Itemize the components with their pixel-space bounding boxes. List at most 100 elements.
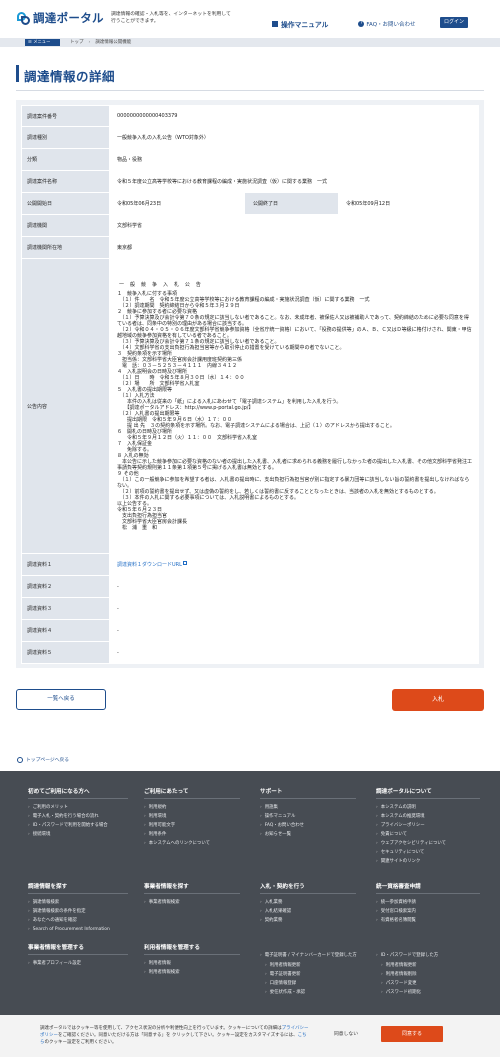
footer-link[interactable]: 口座情報登録 xyxy=(260,979,360,988)
back-to-top-link[interactable]: トップページへ戻る xyxy=(17,756,69,763)
footer-link[interactable]: 入札結果確認 xyxy=(260,907,356,916)
footer-link[interactable]: あなたへの通知を確認 xyxy=(28,916,128,925)
location-label: 調達機関所在地 xyxy=(21,236,110,259)
notice-body: １ 競争入札に付する事項 （１）件 名 令和５年度公立高等学校等における教育課程… xyxy=(117,290,473,531)
footer-heading[interactable]: ご利用にあたって xyxy=(144,787,240,799)
title-accent-bar xyxy=(16,65,19,82)
footer-link[interactable]: 電子入札・契約を行う場合の流れ xyxy=(28,812,128,821)
doc3-label: 調達資料３ xyxy=(21,597,110,620)
footer-link[interactable]: 利用者情報更新 xyxy=(260,961,360,970)
row-doc1: 調達資料１ 調達資料１ダウンロードURL xyxy=(21,553,479,576)
footer-link[interactable]: 本システムへのリンクについて xyxy=(144,839,240,848)
row-doc3: 調達資料３ - xyxy=(21,597,479,620)
site-logo[interactable]: 調達ポータル xyxy=(16,10,104,26)
footer-link[interactable]: 利用者情報 xyxy=(144,959,240,968)
footer-heading[interactable]: 調達情報を探す xyxy=(28,882,128,894)
manual-link[interactable]: 操作マニュアル xyxy=(272,19,328,29)
row-notice: 公告内容 一 般 競 争 入 札 公 告 １ 競争入札に付する事項 （１）件 名… xyxy=(21,258,479,554)
footer-link[interactable]: 事業者プロフィール設定 xyxy=(28,959,128,968)
footer-link[interactable]: FAQ・お問い合わせ xyxy=(260,821,356,830)
footer-link[interactable]: 本システムの説明 xyxy=(376,803,480,812)
footer-link[interactable]: 本システムの推奨環境 xyxy=(376,812,480,821)
org-value: 文部科学省 xyxy=(109,214,479,237)
cookie-banner: 調達ポータルではクッキー等を使用して、アクセス状況の分析や利便性向上を行っていま… xyxy=(0,1015,500,1057)
footer-link[interactable]: ご利用のメリット xyxy=(28,803,128,812)
footer-link[interactable]: 電子証明書更新 xyxy=(260,970,360,979)
footer-heading[interactable]: サポート xyxy=(260,787,356,799)
name-value: 令和５年度公立高等学校等における教育課程の編成・実施状況調査（仮）に関する業務 … xyxy=(109,170,479,193)
footer-link[interactable]: 受付窓口検索案内 xyxy=(376,907,480,916)
footer-link[interactable]: 調達情報検索 xyxy=(28,898,128,907)
footer-link[interactable]: 利用環境 xyxy=(144,812,240,821)
footer-heading[interactable]: 利用者情報を管理する xyxy=(144,943,240,955)
footer-link[interactable]: 統一参加資格申請 xyxy=(376,898,480,907)
footer-heading[interactable]: 調達ポータルについて xyxy=(376,787,480,799)
footer-link[interactable]: パスワード初期化 xyxy=(376,988,480,997)
bid-button[interactable]: 入札 xyxy=(392,689,484,711)
case-no-value: 0000000000000403379 xyxy=(109,105,479,127)
footer-link[interactable]: プライバシーポリシー xyxy=(376,821,480,830)
cookie-deny-button[interactable]: 同意しない xyxy=(320,1028,372,1042)
footer-heading[interactable]: 統一資格審査申請 xyxy=(376,882,480,894)
site-tagline: 調達情報の確認・入札等を、インターネットを利用して行うことができます。 xyxy=(111,12,231,24)
footer-link[interactable]: ID・パスワードで利用を開始する場合 xyxy=(28,821,128,830)
footer-col-search: 調達情報を探す 調達情報検索 調達情報検索の条件を指定 あなたへの通知を確認 S… xyxy=(28,882,128,934)
cookie-agree-button[interactable]: 同意する xyxy=(381,1026,443,1042)
footer-col-first-time: 初めてご利用になる方へ ご利用のメリット 電子入札・契約を行う場合の流れ ID・… xyxy=(28,787,128,839)
notice-label: 公告内容 xyxy=(21,258,110,554)
doc5-value: - xyxy=(109,641,479,664)
footer-link[interactable]: 有資格者名簿閲覧 xyxy=(376,916,480,925)
row-case-no: 調達案件番号 0000000000000403379 xyxy=(21,105,479,127)
row-name: 調達案件名称 令和５年度公立高等学校等における教育課程の編成・実施状況調査（仮）… xyxy=(21,170,479,193)
doc4-label: 調達資料４ xyxy=(21,619,110,642)
footer-link[interactable]: 委任状作成・承認 xyxy=(260,988,360,997)
logo-text: 調達ポータル xyxy=(33,11,104,25)
back-to-list-button[interactable]: 一覧へ戻る xyxy=(16,689,106,710)
footer-heading[interactable]: 事業者情報を探す xyxy=(144,882,240,894)
footer-link[interactable]: 事業者情報検索 xyxy=(144,898,240,907)
footer-subheading: 電子証明書 / マイナンバーカードで登録した方 xyxy=(260,953,360,959)
footer-link[interactable]: 利用者情報更新 xyxy=(376,961,480,970)
location-value: 東京都 xyxy=(109,236,479,259)
category-value: 物品・役務 xyxy=(109,148,479,171)
doc1-download-link[interactable]: 調達資料１ダウンロードURL xyxy=(117,562,182,568)
footer-heading[interactable]: 入札・契約を行う xyxy=(260,882,356,894)
external-link-icon xyxy=(182,561,187,565)
footer-link[interactable]: セキュリティについて xyxy=(376,848,480,857)
row-org: 調達機関 文部科学省 xyxy=(21,214,479,237)
footer-link[interactable]: 利用可能文字 xyxy=(144,821,240,830)
footer-link[interactable]: 調達情報検索の条件を指定 xyxy=(28,907,128,916)
footer-link[interactable]: 免責について xyxy=(376,830,480,839)
footer-heading[interactable]: 事業者情報を管理する xyxy=(28,943,128,955)
doc1-value: 調達資料１ダウンロードURL xyxy=(109,553,479,576)
faq-link[interactable]: ? FAQ・お問い合わせ xyxy=(358,20,416,28)
footer-link[interactable]: 利用規約 xyxy=(144,803,240,812)
footer-link[interactable]: 操作マニュアル xyxy=(260,812,356,821)
footer-link[interactable]: 利用者情報検索 xyxy=(144,968,240,977)
footer-link[interactable]: 用語集 xyxy=(260,803,356,812)
menu-button[interactable]: ☰ メニュー xyxy=(25,39,60,46)
menu-label: メニュー xyxy=(33,40,51,45)
row-doc5: 調達資料５ - xyxy=(21,641,479,664)
row-doc2: 調達資料２ - xyxy=(21,575,479,598)
footer-col-business-manage: 事業者情報を管理する 事業者プロフィール設定 xyxy=(28,943,128,968)
start-label: 公開開始日 xyxy=(21,192,110,215)
footer-link[interactable]: お知らせ一覧 xyxy=(260,830,356,839)
row-location: 調達機関所在地 東京都 xyxy=(21,236,479,259)
footer-link[interactable]: 契約業務 xyxy=(260,916,356,925)
breadcrumb-item-top[interactable]: トップ xyxy=(70,39,84,46)
cookie-text: 調達ポータルではクッキー等を使用して、アクセス状況の分析や利便性向上を行っていま… xyxy=(40,1025,310,1046)
footer-heading[interactable]: 初めてご利用になる方へ xyxy=(28,787,128,799)
end-label: 公開終了日 xyxy=(244,192,339,215)
login-button[interactable]: ログイン xyxy=(440,17,468,28)
category-label: 分類 xyxy=(21,148,110,171)
footer-link[interactable]: 関連サイトのリンク xyxy=(376,857,480,866)
footer-link[interactable]: Search of Procurement Information xyxy=(28,925,128,934)
type-value: 一般競争入札の入札公告（WTO対象外） xyxy=(109,126,479,149)
footer-link[interactable]: パスワード変更 xyxy=(376,979,480,988)
footer-link[interactable]: ウェブアクセシビリティについて xyxy=(376,839,480,848)
footer-link[interactable]: 利用者情報削除 xyxy=(376,970,480,979)
footer-link[interactable]: 接続環境 xyxy=(28,830,128,839)
footer-link[interactable]: 入札業務 xyxy=(260,898,356,907)
footer-link[interactable]: 利用条件 xyxy=(144,830,240,839)
